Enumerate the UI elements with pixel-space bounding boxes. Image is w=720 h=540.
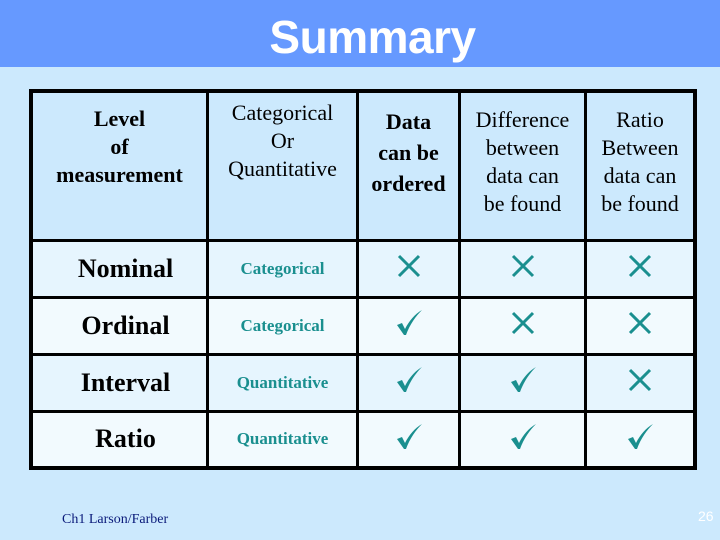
- table-row: Ordinal Categorical: [29, 295, 697, 356]
- difference-cell: [458, 409, 587, 470]
- header-line: ordered: [371, 171, 446, 196]
- check-icon: [509, 366, 537, 394]
- header-line: Quantitative: [228, 156, 337, 181]
- ratio-cell: [584, 409, 697, 470]
- header-line: between: [485, 135, 560, 160]
- header-row: Level of measurement Categorical Or Quan…: [29, 89, 697, 242]
- header-line: of: [110, 134, 129, 159]
- header-ratio: Ratio Between data can be found: [584, 89, 697, 242]
- level-cell: Ratio: [29, 409, 209, 470]
- check-icon: [395, 366, 423, 394]
- ordered-cell: [356, 238, 461, 299]
- level-cell: Ordinal: [29, 295, 209, 356]
- summary-table: Level of measurement Categorical Or Quan…: [29, 89, 697, 470]
- difference-cell: [458, 352, 587, 413]
- table-row: Nominal Categorical: [29, 238, 697, 299]
- table-row: Ratio Quantitative: [29, 409, 697, 470]
- header-line: Between: [601, 135, 679, 160]
- cross-icon: [395, 252, 423, 280]
- header-line: Ratio: [616, 107, 664, 132]
- level-cell: Interval: [29, 352, 209, 413]
- header-line: measurement: [56, 162, 183, 187]
- header-difference: Difference between data can be found: [458, 89, 587, 242]
- header-line: Or: [270, 128, 295, 153]
- difference-cell: [458, 238, 587, 299]
- ordered-cell: [356, 409, 461, 470]
- kind-cell: Categorical: [206, 295, 359, 356]
- cross-icon: [626, 366, 654, 394]
- check-icon: [626, 423, 654, 451]
- kind-cell: Quantitative: [206, 352, 359, 413]
- cross-icon: [626, 309, 654, 337]
- header-line: Level: [93, 106, 146, 131]
- check-icon: [395, 423, 423, 451]
- check-icon: [509, 423, 537, 451]
- ratio-cell: [584, 295, 697, 356]
- difference-cell: [458, 295, 587, 356]
- header-kind: Categorical Or Quantitative: [206, 89, 359, 242]
- ordered-cell: [356, 295, 461, 356]
- header-line: data can: [603, 163, 677, 188]
- header-line: data can: [486, 163, 559, 188]
- page-number: 26: [698, 508, 714, 524]
- header-ordered: Data can be ordered: [356, 89, 461, 242]
- ratio-cell: [584, 238, 697, 299]
- table-row: Interval Quantitative: [29, 352, 697, 413]
- header-line: be found: [483, 191, 562, 216]
- header-line: Data: [385, 109, 432, 134]
- header-line: can be: [378, 140, 439, 165]
- check-icon: [395, 309, 423, 337]
- cross-icon: [509, 252, 537, 280]
- kind-cell: Quantitative: [206, 409, 359, 470]
- slide-title: Summary: [269, 11, 476, 63]
- ratio-cell: [584, 352, 697, 413]
- ordered-cell: [356, 352, 461, 413]
- cross-icon: [626, 252, 654, 280]
- kind-cell: Categorical: [206, 238, 359, 299]
- header-level: Level of measurement: [29, 89, 209, 242]
- header-line: Categorical: [231, 100, 334, 125]
- cross-icon: [509, 309, 537, 337]
- footer-credit: Ch1 Larson/Farber: [62, 512, 169, 527]
- header-line: Difference: [475, 107, 570, 132]
- level-cell: Nominal: [29, 238, 209, 299]
- header-line: be found: [601, 191, 679, 216]
